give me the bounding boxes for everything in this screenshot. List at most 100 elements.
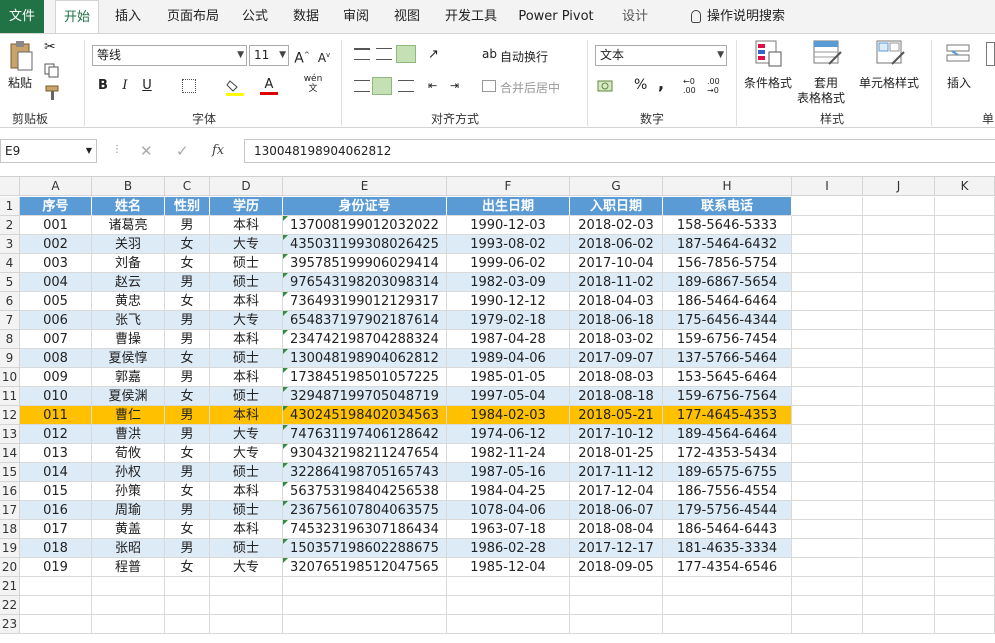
tab-developer[interactable]: 开发工具 [440, 0, 502, 33]
table-cell[interactable]: 654837197902187614 [283, 311, 447, 330]
percent-button[interactable]: % [634, 77, 647, 93]
grid-cell[interactable] [792, 577, 863, 596]
table-cell[interactable]: 189-4564-6464 [663, 425, 792, 444]
table-cell[interactable]: 014 [20, 463, 92, 482]
table-cell[interactable]: 2017-12-17 [570, 539, 663, 558]
enter-icon[interactable]: ✓ [176, 142, 189, 160]
table-cell[interactable]: 001 [20, 216, 92, 235]
comma-button[interactable]: , [658, 74, 664, 93]
cancel-icon[interactable]: ✕ [140, 142, 153, 160]
decrease-decimal-icon[interactable]: .00 →0 [707, 77, 725, 95]
grid-cell[interactable] [570, 577, 663, 596]
grid-cell[interactable] [20, 577, 92, 596]
table-cell[interactable]: 硕士 [210, 387, 283, 406]
table-cell[interactable]: 1997-05-04 [447, 387, 570, 406]
number-format-select[interactable]: 文本 ▼ [595, 45, 727, 66]
grid-cell[interactable] [935, 197, 995, 216]
grid-cell[interactable] [863, 482, 935, 501]
table-cell[interactable]: 张飞 [92, 311, 165, 330]
grid-cell[interactable] [935, 425, 995, 444]
row-header[interactable]: 15 [0, 463, 20, 482]
table-cell[interactable]: 177-4354-6546 [663, 558, 792, 577]
grid-cell[interactable] [935, 406, 995, 425]
bold-button[interactable]: B [93, 76, 113, 96]
column-header[interactable]: C [165, 177, 210, 196]
grid-cell[interactable] [792, 349, 863, 368]
grid-cell[interactable] [792, 311, 863, 330]
table-cell[interactable]: 大专 [210, 235, 283, 254]
table-cell[interactable]: 曹洪 [92, 425, 165, 444]
grid-cell[interactable] [935, 349, 995, 368]
grid-cell[interactable] [792, 615, 863, 634]
table-cell[interactable]: 2018-06-18 [570, 311, 663, 330]
grid-cell[interactable] [165, 615, 210, 634]
table-cell[interactable]: 172-4353-5434 [663, 444, 792, 463]
column-header[interactable]: F [447, 177, 570, 196]
grid-cell[interactable] [935, 311, 995, 330]
table-cell[interactable]: 015 [20, 482, 92, 501]
grid-cell[interactable] [935, 501, 995, 520]
table-cell[interactable]: 2018-09-05 [570, 558, 663, 577]
tab-page-layout[interactable]: 页面布局 [163, 0, 223, 33]
table-cell[interactable]: 孙策 [92, 482, 165, 501]
table-cell[interactable]: 016 [20, 501, 92, 520]
merge-center-button[interactable]: 合并后居中 [500, 79, 560, 96]
table-cell[interactable]: 男 [165, 463, 210, 482]
table-cell[interactable]: 孙权 [92, 463, 165, 482]
table-cell[interactable]: 1999-06-02 [447, 254, 570, 273]
table-cell[interactable]: 曹仁 [92, 406, 165, 425]
increase-font-icon[interactable]: A^ [292, 45, 312, 67]
grid-cell[interactable] [570, 615, 663, 634]
table-cell[interactable]: 2017-10-12 [570, 425, 663, 444]
table-header-cell[interactable]: 姓名 [92, 197, 165, 216]
table-cell[interactable]: 563753198404256538 [283, 482, 447, 501]
fx-icon[interactable]: fx [212, 143, 224, 158]
grid-cell[interactable] [792, 539, 863, 558]
column-header[interactable]: H [663, 177, 792, 196]
table-cell[interactable]: 019 [20, 558, 92, 577]
table-cell[interactable]: 夏侯渊 [92, 387, 165, 406]
table-cell[interactable]: 女 [165, 482, 210, 501]
table-cell[interactable]: 435031199308026425 [283, 235, 447, 254]
name-box[interactable]: E9 ▼ [0, 139, 97, 163]
grid-cell[interactable] [935, 254, 995, 273]
table-cell[interactable]: 430245198402034563 [283, 406, 447, 425]
grid-cell[interactable] [863, 349, 935, 368]
grid-cell[interactable] [935, 444, 995, 463]
table-cell[interactable]: 硕士 [210, 254, 283, 273]
table-header-cell[interactable]: 入职日期 [570, 197, 663, 216]
italic-button[interactable]: I [115, 76, 135, 96]
formula-input[interactable]: 130048198904062812 [244, 139, 995, 163]
table-cell[interactable]: 012 [20, 425, 92, 444]
grid-cell[interactable] [935, 539, 995, 558]
table-cell[interactable]: 2018-06-02 [570, 235, 663, 254]
column-header[interactable]: J [863, 177, 935, 196]
table-cell[interactable]: 002 [20, 235, 92, 254]
table-cell[interactable]: 男 [165, 330, 210, 349]
table-cell[interactable]: 男 [165, 273, 210, 292]
column-header[interactable]: K [935, 177, 995, 196]
format-painter-icon[interactable] [44, 85, 62, 101]
table-cell[interactable]: 本科 [210, 368, 283, 387]
table-cell[interactable]: 009 [20, 368, 92, 387]
grid-cell[interactable] [863, 425, 935, 444]
table-cell[interactable]: 736493199012129317 [283, 292, 447, 311]
table-header-cell[interactable]: 出生日期 [447, 197, 570, 216]
grid-cell[interactable] [863, 387, 935, 406]
grid-cell[interactable] [20, 615, 92, 634]
grid-cell[interactable] [863, 558, 935, 577]
column-header[interactable]: I [792, 177, 863, 196]
grid-cell[interactable] [165, 577, 210, 596]
conditional-format-button[interactable]: 条件格式 [744, 74, 792, 91]
table-cell[interactable]: 2017-11-12 [570, 463, 663, 482]
tab-view[interactable]: 视图 [389, 0, 425, 33]
table-cell[interactable]: 男 [165, 406, 210, 425]
table-cell[interactable]: 关羽 [92, 235, 165, 254]
table-cell[interactable]: 本科 [210, 406, 283, 425]
grid-cell[interactable] [283, 577, 447, 596]
table-cell[interactable]: 本科 [210, 216, 283, 235]
table-cell[interactable]: 004 [20, 273, 92, 292]
table-cell[interactable]: 女 [165, 520, 210, 539]
table-cell[interactable]: 赵云 [92, 273, 165, 292]
underline-button[interactable]: U [137, 76, 157, 96]
